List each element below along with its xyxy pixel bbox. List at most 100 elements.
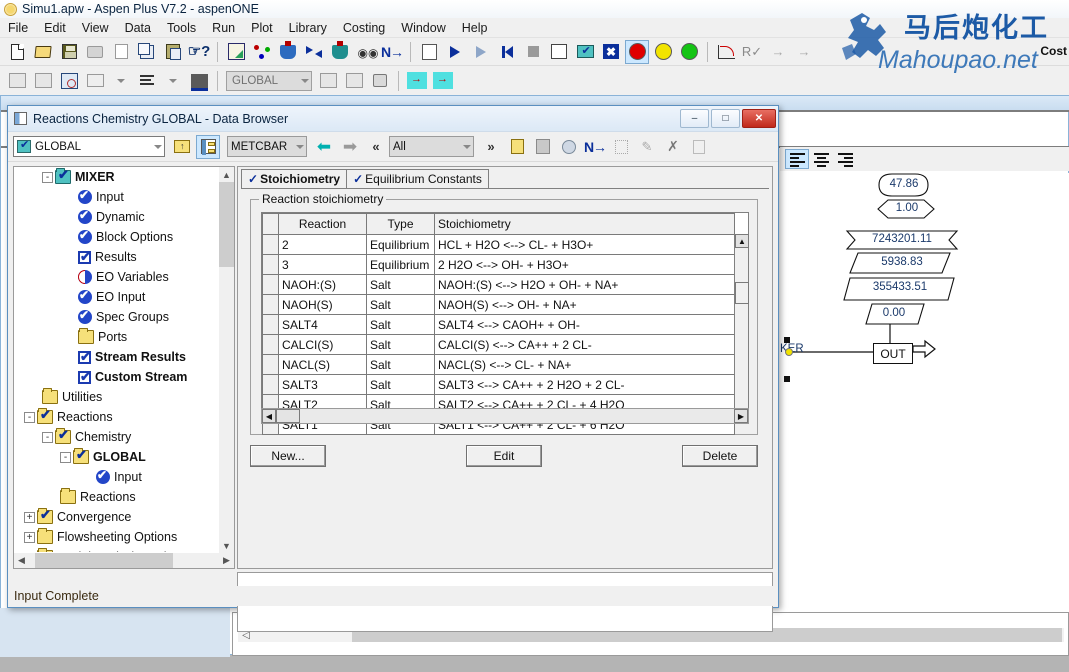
table-row[interactable]: NAOH(S) Salt NAOH(S) <--> OH- + NA+ bbox=[262, 294, 735, 315]
align-left-icon[interactable] bbox=[785, 149, 809, 169]
menu-view[interactable]: View bbox=[74, 19, 117, 37]
stop-icon[interactable] bbox=[521, 40, 545, 64]
open-folder-icon[interactable] bbox=[31, 40, 55, 64]
cell-reaction[interactable]: 3 bbox=[278, 254, 367, 275]
table-dropdown-icon[interactable] bbox=[83, 69, 107, 93]
expander-minus-icon[interactable]: - bbox=[24, 411, 35, 423]
tree-item-global[interactable]: - GLOBAL bbox=[14, 447, 221, 467]
cell-type[interactable]: Salt bbox=[366, 274, 435, 295]
row-selector[interactable] bbox=[262, 334, 279, 355]
copy-icon[interactable] bbox=[135, 40, 159, 64]
data-browser-icon[interactable] bbox=[417, 40, 441, 64]
scroll-right-button[interactable]: ▶ bbox=[219, 553, 234, 568]
unit-set-combo[interactable]: GLOBAL bbox=[226, 70, 312, 91]
delete-button[interactable]: Delete bbox=[682, 445, 758, 467]
row-selector[interactable] bbox=[262, 254, 279, 275]
scroll-track[interactable] bbox=[29, 553, 219, 568]
scroll-down-button[interactable]: ▼ bbox=[219, 538, 234, 553]
tree-item-mixer[interactable]: - MIXER bbox=[14, 167, 221, 187]
tree-item-model-analysis-tools[interactable]: + Model Analysis Tools bbox=[14, 547, 221, 552]
reaction-table[interactable]: Reaction Type Stoichiometry 2 Equilibriu… bbox=[262, 213, 735, 435]
menu-file[interactable]: File bbox=[0, 19, 36, 37]
scroll-thumb[interactable] bbox=[276, 409, 300, 423]
table-row[interactable]: 2 Equilibrium HCL + H2O <--> CL- + H3O+ bbox=[262, 234, 735, 255]
hierarchy-icon[interactable] bbox=[342, 69, 366, 93]
prev-chevron-icon[interactable]: « bbox=[364, 135, 388, 159]
tree-item-reactions-sub[interactable]: Reactions bbox=[14, 487, 221, 507]
align-right-icon[interactable] bbox=[833, 149, 857, 169]
scroll-track[interactable] bbox=[276, 409, 734, 423]
property-check-icon[interactable]: R✓ bbox=[740, 40, 764, 64]
menu-library[interactable]: Library bbox=[281, 19, 335, 37]
table-horizontal-scrollbar[interactable]: ◀ ▶ bbox=[261, 408, 749, 424]
run-icon[interactable] bbox=[443, 40, 467, 64]
print-preview-icon[interactable] bbox=[109, 40, 133, 64]
new-document-icon[interactable] bbox=[5, 40, 29, 64]
menu-run[interactable]: Run bbox=[204, 19, 243, 37]
maximize-button[interactable]: □ bbox=[711, 109, 740, 128]
cell-reaction[interactable]: SALT4 bbox=[278, 314, 367, 335]
navigation-tree-panel[interactable]: - MIXER Input Dynamic Block Option bbox=[13, 166, 235, 569]
next-chevron-icon[interactable]: » bbox=[479, 135, 503, 159]
scroll-right-button[interactable]: ▶ bbox=[734, 409, 748, 423]
column-header-stoichiometry[interactable]: Stoichiometry bbox=[434, 213, 735, 235]
globe-icon[interactable] bbox=[557, 135, 581, 159]
expander-plus-icon[interactable]: + bbox=[24, 551, 35, 552]
tree-item-spec-groups[interactable]: Spec Groups bbox=[14, 307, 221, 327]
cell-type[interactable]: Equilibrium bbox=[366, 254, 435, 275]
table-row[interactable]: NAOH:(S) Salt NAOH:(S) <--> H2O + OH- + … bbox=[262, 274, 735, 295]
keyboard-icon[interactable] bbox=[187, 69, 211, 93]
tree-item-results[interactable]: Results bbox=[14, 247, 221, 267]
tree-horizontal-scrollbar[interactable]: ◀ ▶ bbox=[14, 553, 234, 568]
menu-data[interactable]: Data bbox=[117, 19, 159, 37]
reinitialize-icon[interactable] bbox=[495, 40, 519, 64]
tree-item-reactions[interactable]: - Reactions bbox=[14, 407, 221, 427]
tab-equilibrium-constants[interactable]: ✓ Equilibrium Constants bbox=[346, 169, 489, 188]
stream-out-icon[interactable]: → bbox=[431, 69, 455, 93]
minimize-button[interactable]: – bbox=[680, 109, 709, 128]
stream-port-dot[interactable] bbox=[785, 348, 793, 356]
tab-stoichiometry[interactable]: ✓ Stoichiometry bbox=[241, 169, 348, 188]
up-one-level-icon[interactable]: ↑ bbox=[170, 135, 194, 159]
table-row[interactable]: CALCI(S) Salt CALCI(S) <--> CA++ + 2 CL- bbox=[262, 334, 735, 355]
zoom-find-icon[interactable] bbox=[57, 69, 81, 93]
chemistry-icon[interactable] bbox=[276, 40, 300, 64]
object-selector-combo[interactable]: GLOBAL bbox=[13, 136, 165, 157]
tree-item-eo-input[interactable]: EO Input bbox=[14, 287, 221, 307]
row-selector[interactable] bbox=[262, 354, 279, 375]
navigation-tree[interactable]: - MIXER Input Dynamic Block Option bbox=[14, 167, 221, 552]
import-icon[interactable] bbox=[5, 69, 29, 93]
table-vertical-scrollbar[interactable]: ▲ ▼ bbox=[734, 234, 749, 423]
properties-icon[interactable] bbox=[224, 40, 248, 64]
table-row[interactable]: 3 Equilibrium 2 H2O <--> OH- + H3O+ bbox=[262, 254, 735, 275]
check-results-icon[interactable] bbox=[573, 40, 597, 64]
glasses-icon[interactable]: ◉◉ bbox=[354, 40, 379, 64]
cell-reaction[interactable]: 2 bbox=[278, 234, 367, 255]
scroll-left-button[interactable]: ◀ bbox=[14, 553, 29, 568]
cell-type[interactable]: Salt bbox=[366, 294, 435, 315]
tree-item-stream-results[interactable]: Stream Results bbox=[14, 347, 221, 367]
tree-item-convergence[interactable]: + Convergence bbox=[14, 507, 221, 527]
tree-item-ports[interactable]: Ports bbox=[14, 327, 221, 347]
scroll-thumb[interactable] bbox=[35, 553, 173, 568]
close-results-icon[interactable]: ✖ bbox=[599, 40, 623, 64]
cell-reaction[interactable]: NAOH:(S) bbox=[278, 274, 367, 295]
back-arrow-icon[interactable]: ⬅ bbox=[312, 135, 336, 159]
scroll-thumb[interactable] bbox=[735, 282, 749, 304]
flowsheet-icon[interactable] bbox=[316, 69, 340, 93]
tree-item-eo-variables[interactable]: EO Variables bbox=[14, 267, 221, 287]
tree-item-flowsheeting-options[interactable]: + Flowsheeting Options bbox=[14, 527, 221, 547]
status-yellow-icon[interactable] bbox=[651, 40, 675, 64]
cell-type[interactable]: Salt bbox=[366, 374, 435, 395]
lines-dropdown-icon[interactable] bbox=[135, 69, 159, 93]
menu-plot[interactable]: Plot bbox=[243, 19, 281, 37]
dialog-unit-set-combo[interactable]: METCBAR bbox=[227, 136, 307, 157]
row-selector[interactable] bbox=[262, 234, 279, 255]
cell-stoichiometry[interactable]: NAOH(S) <--> OH- + NA+ bbox=[434, 294, 735, 315]
tree-view-icon[interactable] bbox=[196, 134, 220, 159]
stream-in-icon[interactable]: → bbox=[405, 69, 429, 93]
row-selector[interactable] bbox=[262, 314, 279, 335]
table-row[interactable]: NACL(S) Salt NACL(S) <--> CL- + NA+ bbox=[262, 354, 735, 375]
close-button[interactable]: ✕ bbox=[742, 109, 776, 128]
tree-item-chemistry[interactable]: - Chemistry bbox=[14, 427, 221, 447]
